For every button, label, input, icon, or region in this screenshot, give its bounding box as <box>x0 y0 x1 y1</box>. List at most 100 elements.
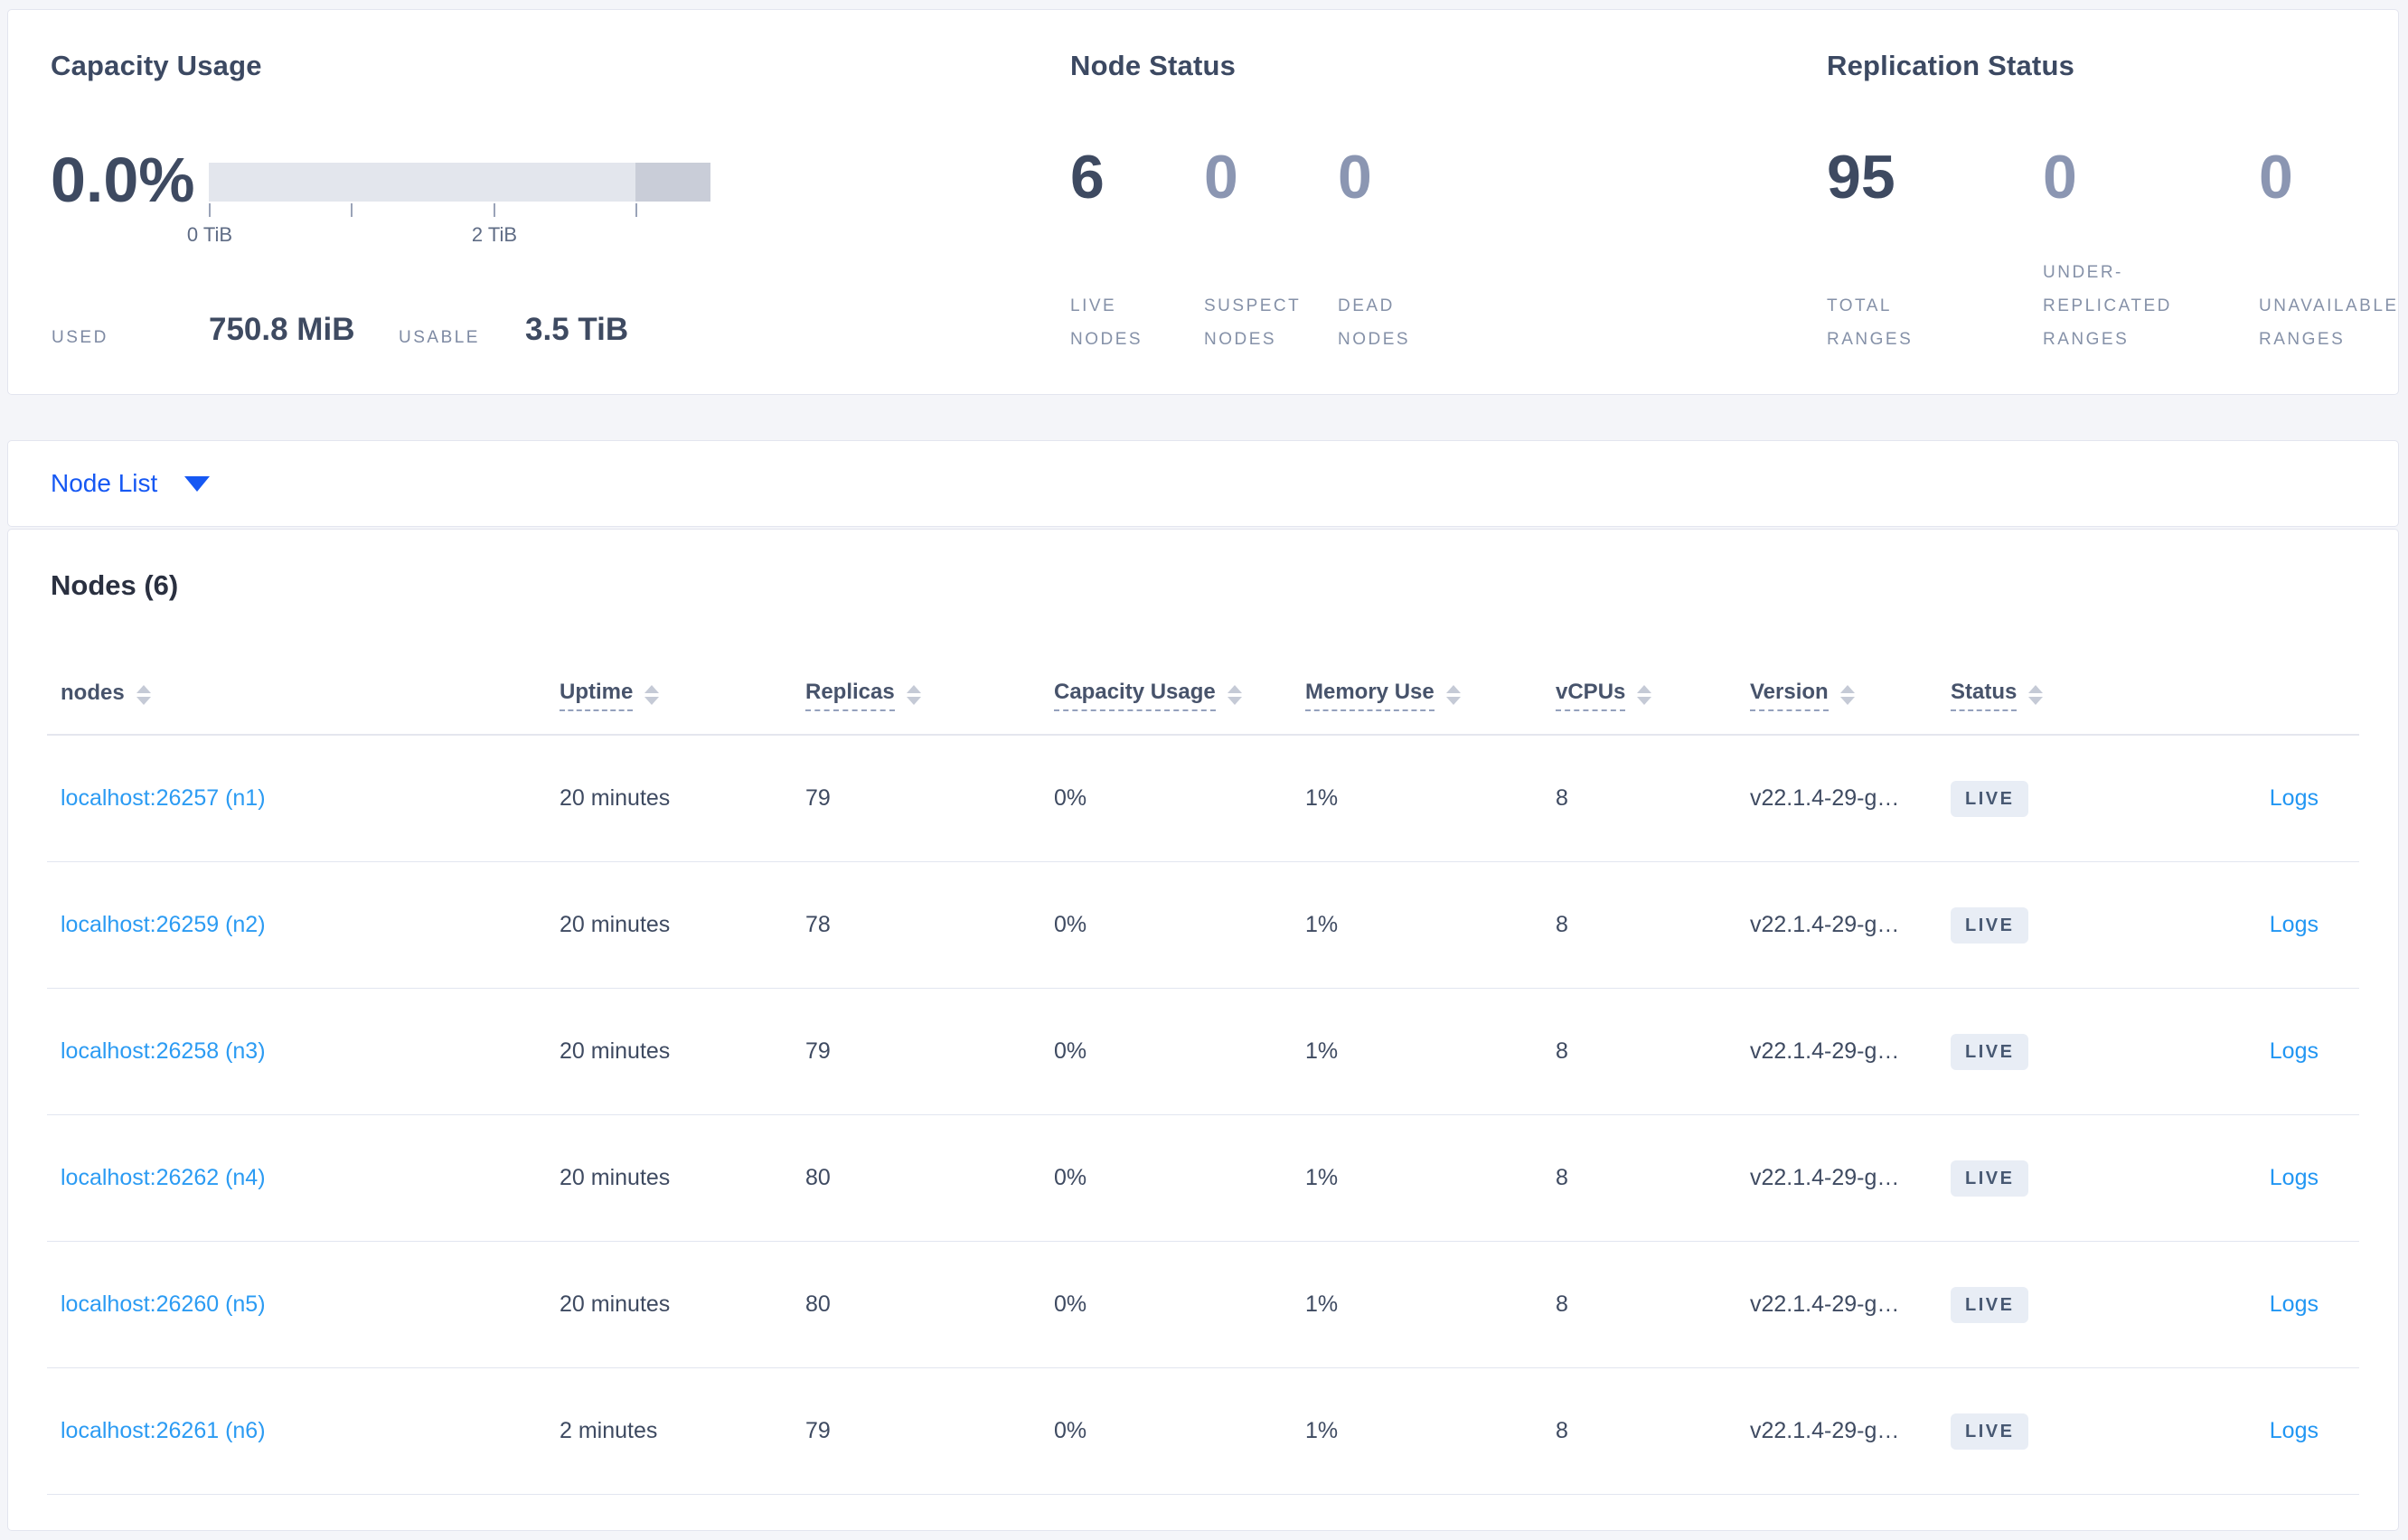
stat: 95 TOTAL RANGES <box>1827 146 2043 356</box>
version-cell: v22.1.4-29-g… <box>1750 1038 1900 1064</box>
axis-tick-label: 0 TiB <box>186 223 233 246</box>
uptime-cell: 20 minutes <box>560 1038 671 1064</box>
replicas-cell: 80 <box>805 1165 831 1190</box>
stat-label: LIVE NODES <box>1070 296 1143 349</box>
table-row: localhost:26260 (n5) 20 minutes 80 0% 1%… <box>47 1242 2359 1368</box>
status-badge: LIVE <box>1951 1413 2029 1450</box>
column-header-nodes[interactable]: nodes <box>61 681 560 710</box>
sort-arrows-icon <box>136 685 151 705</box>
stat: 0 SUSPECT NODES <box>1204 146 1338 356</box>
column-header-label: vCPUs <box>1556 680 1626 711</box>
stat-label: UNDER- REPLICATED RANGES <box>2043 263 2172 349</box>
vcpus-cell: 8 <box>1556 785 1568 811</box>
stat-label: UNAVAILABLE RANGES <box>2259 296 2399 349</box>
node-address-link[interactable]: localhost:26261 (n6) <box>61 1418 266 1443</box>
replicas-cell: 78 <box>805 912 831 937</box>
column-header-status[interactable]: Status <box>1951 680 2186 711</box>
stat-label: SUSPECT NODES <box>1204 296 1302 349</box>
node-list-bar: Node List <box>7 440 2399 527</box>
uptime-cell: 20 minutes <box>560 912 671 937</box>
uptime-cell: 20 minutes <box>560 785 671 811</box>
used-label: USED <box>52 328 108 347</box>
capacity-bar-other-segment <box>635 163 710 202</box>
node-address-link[interactable]: localhost:26259 (n2) <box>61 912 266 937</box>
column-header-label: Version <box>1750 680 1829 711</box>
sort-arrows-icon <box>1839 685 1855 705</box>
status-badge: LIVE <box>1951 1286 2029 1323</box>
logs-link[interactable]: Logs <box>2270 785 2319 811</box>
table-row: localhost:26262 (n4) 20 minutes 80 0% 1%… <box>47 1115 2359 1242</box>
logs-link[interactable]: Logs <box>2270 1165 2319 1190</box>
column-header-label: Capacity Usage <box>1054 680 1216 711</box>
status-badge: LIVE <box>1951 780 2029 817</box>
node-list-dropdown[interactable]: Node List <box>8 441 2398 526</box>
status-badge: LIVE <box>1951 1160 2029 1197</box>
version-cell: v22.1.4-29-g… <box>1750 912 1900 937</box>
stat-label: TOTAL RANGES <box>1827 296 1914 349</box>
vcpus-cell: 8 <box>1556 1418 1568 1443</box>
replicas-cell: 79 <box>805 1038 831 1064</box>
version-cell: v22.1.4-29-g… <box>1750 1418 1900 1443</box>
used-value: 750.8 MiB <box>209 312 355 347</box>
cluster-overview-card: Capacity Usage 0.0% 0 TiB 2 TiB USED 750.… <box>7 9 2399 395</box>
stat-value: 0 <box>2259 143 2293 211</box>
node-address-link[interactable]: localhost:26262 (n4) <box>61 1165 266 1190</box>
column-header-version[interactable]: Version <box>1750 680 1951 711</box>
column-header-vcpus[interactable]: vCPUs <box>1556 680 1750 711</box>
table-row: localhost:26257 (n1) 20 minutes 79 0% 1%… <box>47 736 2359 862</box>
memory-use-cell: 1% <box>1305 1291 1339 1317</box>
replication-status-stats: 95 TOTAL RANGES 0 UNDER- REPLICATED RANGES … <box>1827 146 2408 356</box>
stat-value: 0 <box>1204 143 1238 211</box>
column-header-memory-use[interactable]: Memory Use <box>1305 680 1556 711</box>
node-address-link[interactable]: localhost:26260 (n5) <box>61 1291 266 1317</box>
status-badge: LIVE <box>1951 906 2029 944</box>
uptime-cell: 20 minutes <box>560 1291 671 1317</box>
version-cell: v22.1.4-29-g… <box>1750 1165 1900 1190</box>
column-header-label: Replicas <box>805 680 895 711</box>
stat: 0 UNDER- REPLICATED RANGES <box>2043 146 2259 356</box>
usable-label: USABLE <box>399 328 480 347</box>
axis-tick <box>494 203 495 217</box>
memory-use-cell: 1% <box>1305 1418 1339 1443</box>
replicas-cell: 79 <box>805 1418 831 1443</box>
version-cell: v22.1.4-29-g… <box>1750 1291 1900 1317</box>
capacity-usage-cell: 0% <box>1054 1038 1087 1064</box>
replication-status-title: Replication Status <box>1827 50 2075 81</box>
node-status-stats: 6 LIVE NODES 0 SUSPECT NODES 0 DEAD NODES <box>1070 146 1472 356</box>
capacity-usage-cell: 0% <box>1054 912 1087 937</box>
column-header-replicas[interactable]: Replicas <box>805 680 1054 711</box>
sort-arrows-icon <box>1227 685 1242 705</box>
uptime-cell: 2 minutes <box>560 1418 658 1443</box>
column-header-label: nodes <box>61 680 125 705</box>
logs-link[interactable]: Logs <box>2270 1418 2319 1443</box>
column-header-capacity-usage[interactable]: Capacity Usage <box>1054 680 1305 711</box>
column-header-uptime[interactable]: Uptime <box>560 680 805 711</box>
stat-value: 0 <box>2043 143 2077 211</box>
node-list-dropdown-label: Node List <box>51 469 158 497</box>
axis-tick-label: 2 TiB <box>471 223 518 246</box>
node-address-link[interactable]: localhost:26258 (n3) <box>61 1038 266 1064</box>
sort-arrows-icon <box>644 685 660 705</box>
logs-link[interactable]: Logs <box>2270 912 2319 937</box>
node-address-link[interactable]: localhost:26257 (n1) <box>61 785 266 811</box>
sort-arrows-icon <box>906 685 921 705</box>
column-header-label: Uptime <box>560 680 634 711</box>
logs-link[interactable]: Logs <box>2270 1291 2319 1317</box>
stat: 0 UNAVAILABLE RANGES <box>2259 146 2408 356</box>
axis-tick <box>635 203 637 217</box>
table-row: localhost:26258 (n3) 20 minutes 79 0% 1%… <box>47 989 2359 1115</box>
uptime-cell: 20 minutes <box>560 1165 671 1190</box>
logs-link[interactable]: Logs <box>2270 1038 2319 1064</box>
memory-use-cell: 1% <box>1305 1165 1339 1190</box>
capacity-usage-cell: 0% <box>1054 1418 1087 1443</box>
column-header-label: Memory Use <box>1305 680 1434 711</box>
capacity-usage-bar <box>209 163 710 202</box>
axis-tick <box>351 203 353 217</box>
stat-value: 0 <box>1338 143 1372 211</box>
stat: 0 DEAD NODES <box>1338 146 1472 356</box>
nodes-table-header-row: nodes Uptime Replicas Capacity Usage Mem… <box>47 656 2359 736</box>
capacity-usage-cell: 0% <box>1054 785 1087 811</box>
column-header-label: Status <box>1951 680 2018 711</box>
replicas-cell: 79 <box>805 785 831 811</box>
vcpus-cell: 8 <box>1556 1038 1568 1064</box>
